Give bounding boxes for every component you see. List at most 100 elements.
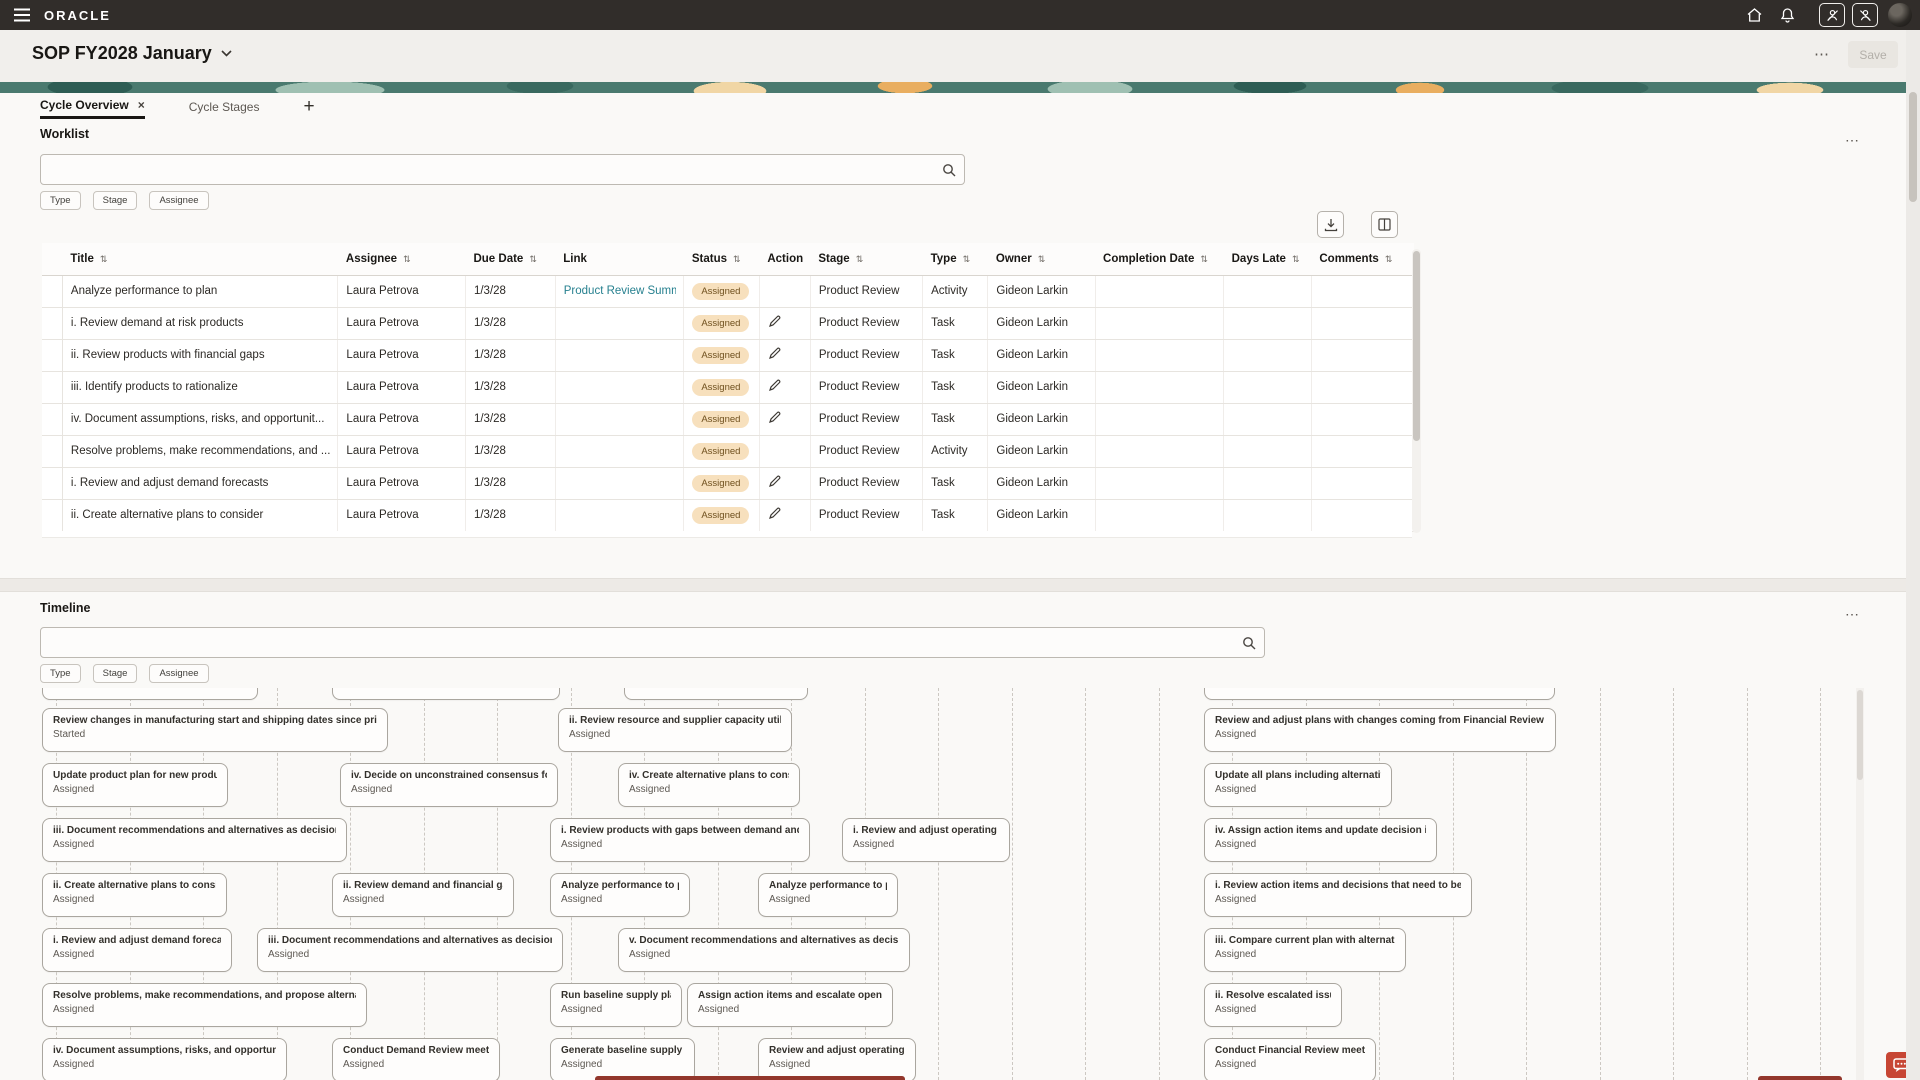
timeline-card[interactable]: Review changes in manufacturing start an… xyxy=(42,708,388,752)
timeline-card[interactable]: iii. Compare current plan with alternati… xyxy=(1204,928,1406,972)
search-icon[interactable] xyxy=(934,163,964,177)
timeline-card[interactable]: Review and adjust plans with changes com… xyxy=(1204,708,1556,752)
table-row[interactable]: i. Review demand at risk productsLaura P… xyxy=(42,307,1414,339)
timeline-filter-chip-stage[interactable]: Stage xyxy=(93,664,138,683)
sort-icon[interactable]: ⇅ xyxy=(733,254,741,264)
timeline-card[interactable]: ii. Review demand and financial gapsAssi… xyxy=(332,873,514,917)
timeline-search-input[interactable] xyxy=(41,628,1234,657)
sort-icon[interactable]: ⇅ xyxy=(100,254,108,264)
timeline-card[interactable]: v. Document recommendations and alternat… xyxy=(618,928,910,972)
timeline-card-partial[interactable] xyxy=(1204,688,1555,700)
timeline-card[interactable]: ii. Create alternative plans to consider… xyxy=(42,873,227,917)
table-row[interactable]: ii. Create alternative plans to consider… xyxy=(42,499,1414,531)
timeline-card[interactable]: iv. Create alternative plans to consider… xyxy=(618,763,800,807)
timeline-filter-chip-type[interactable]: Type xyxy=(40,664,81,683)
sort-icon[interactable]: ⇅ xyxy=(1038,254,1046,264)
tab-cycle-stages[interactable]: Cycle Stages xyxy=(189,94,260,119)
timeline-card[interactable]: Resolve problems, make recommendations, … xyxy=(42,983,367,1027)
notifications-bell-icon[interactable] xyxy=(1774,3,1800,27)
timeline-card[interactable]: iv. Decide on unconstrained consensus fo… xyxy=(340,763,558,807)
edit-action-button[interactable] xyxy=(768,315,781,328)
column-header-stage[interactable]: Stage⇅ xyxy=(810,243,922,275)
table-row[interactable]: iv. Document assumptions, risks, and opp… xyxy=(42,403,1414,435)
person-restricted-alt-icon[interactable] xyxy=(1852,3,1878,27)
timeline-card[interactable]: iii. Document recommendations and altern… xyxy=(257,928,563,972)
column-header-completion[interactable]: Completion Date⇅ xyxy=(1095,243,1224,275)
add-tab-icon[interactable]: + xyxy=(303,97,314,116)
timeline-card[interactable]: i. Review and adjust operating planAssig… xyxy=(842,818,1010,862)
column-header-assignee[interactable]: Assignee⇅ xyxy=(338,243,466,275)
sort-icon[interactable]: ⇅ xyxy=(1200,254,1208,264)
timeline-filter-chip-assignee[interactable]: Assignee xyxy=(149,664,208,683)
table-row[interactable]: Resolve problems, make recommendations, … xyxy=(42,435,1414,467)
close-tab-icon[interactable]: × xyxy=(138,98,145,112)
timeline-card[interactable]: Analyze performance to planAssigned xyxy=(550,873,690,917)
column-header-owner[interactable]: Owner⇅ xyxy=(988,243,1095,275)
timeline-card[interactable]: Review and adjust operating planAssigned xyxy=(758,1038,916,1080)
row-selector-cell[interactable] xyxy=(42,435,62,467)
sort-icon[interactable]: ⇅ xyxy=(1385,254,1393,264)
timeline-scrollbar[interactable] xyxy=(1856,688,1864,1080)
row-selector-cell[interactable] xyxy=(42,339,62,371)
table-row[interactable]: Analyze performance to planLaura Petrova… xyxy=(42,275,1414,307)
timeline-overflow-icon[interactable]: ⋯ xyxy=(1845,606,1859,623)
timeline-card[interactable]: i. Review products with gaps between dem… xyxy=(550,818,810,862)
column-header-due[interactable]: Due Date⇅ xyxy=(465,243,555,275)
timeline-card[interactable]: iv. Document assumptions, risks, and opp… xyxy=(42,1038,287,1080)
user-avatar[interactable] xyxy=(1888,3,1912,27)
timeline-card[interactable]: Update product plan for new productsAssi… xyxy=(42,763,228,807)
timeline-card[interactable]: ii. Review resource and supplier capacit… xyxy=(558,708,792,752)
worklist-search-input[interactable] xyxy=(41,155,934,184)
table-row[interactable]: ii. Review products with financial gapsL… xyxy=(42,339,1414,371)
row-selector-cell[interactable] xyxy=(42,499,62,531)
sort-icon[interactable]: ⇅ xyxy=(963,254,971,264)
link-cell-link[interactable]: Product Review Summary xyxy=(564,285,676,297)
row-selector-cell[interactable] xyxy=(42,403,62,435)
worklist-overflow-icon[interactable]: ⋯ xyxy=(1845,132,1859,149)
worklist-filter-chip-stage[interactable]: Stage xyxy=(93,191,138,210)
timeline-card[interactable]: i. Review action items and decisions tha… xyxy=(1204,873,1472,917)
table-row[interactable]: i. Review and adjust demand forecastsLau… xyxy=(42,467,1414,499)
column-header-status[interactable]: Status⇅ xyxy=(684,243,760,275)
timeline-card-partial[interactable] xyxy=(624,688,808,700)
timeline-card[interactable]: iii. Document recommendations and altern… xyxy=(42,818,347,862)
row-selector-cell[interactable] xyxy=(42,371,62,403)
row-selector-cell[interactable] xyxy=(42,467,62,499)
table-row[interactable]: iii. Identify products to rationalizeLau… xyxy=(42,371,1414,403)
page-overflow-icon[interactable]: ⋯ xyxy=(1814,47,1830,62)
edit-action-button[interactable] xyxy=(768,379,781,392)
home-icon[interactable] xyxy=(1741,3,1767,27)
column-header-comments[interactable]: Comments⇅ xyxy=(1311,243,1413,275)
row-selector-cell[interactable] xyxy=(42,307,62,339)
timeline-card[interactable]: Assign action items and escalate open is… xyxy=(687,983,893,1027)
save-button[interactable]: Save xyxy=(1848,41,1898,68)
edit-action-button[interactable] xyxy=(768,507,781,520)
menu-icon[interactable] xyxy=(8,4,36,26)
timeline-card-partial[interactable] xyxy=(332,688,560,700)
timeline-card[interactable]: ii. Resolve escalated issuesAssigned xyxy=(1204,983,1342,1027)
search-icon[interactable] xyxy=(1234,636,1264,650)
timeline-card[interactable]: Run baseline supply planAssigned xyxy=(550,983,682,1027)
sort-icon[interactable]: ⇅ xyxy=(403,254,411,264)
manage-columns-icon[interactable] xyxy=(1371,211,1398,238)
tab-cycle-overview[interactable]: Cycle Overview × xyxy=(40,94,145,119)
worklist-filter-chip-type[interactable]: Type xyxy=(40,191,81,210)
edit-action-button[interactable] xyxy=(768,411,781,424)
edit-action-button[interactable] xyxy=(768,347,781,360)
timeline-card-partial[interactable] xyxy=(42,688,258,700)
sort-icon[interactable]: ⇅ xyxy=(529,254,537,264)
table-scrollbar[interactable] xyxy=(1412,249,1421,533)
page-scrollbar[interactable] xyxy=(1906,30,1920,1080)
timeline-card[interactable]: Conduct Financial Review meetingAssigned xyxy=(1204,1038,1376,1080)
column-header-daysLate[interactable]: Days Late⇅ xyxy=(1224,243,1312,275)
worklist-filter-chip-assignee[interactable]: Assignee xyxy=(149,191,208,210)
download-icon[interactable] xyxy=(1317,211,1344,238)
row-selector-cell[interactable] xyxy=(42,275,62,307)
timeline-card[interactable]: Conduct Demand Review meetingAssigned xyxy=(332,1038,500,1080)
sort-icon[interactable]: ⇅ xyxy=(1292,254,1300,264)
page-title[interactable]: SOP FY2028 January xyxy=(32,43,232,64)
timeline-card[interactable]: Analyze performance to planAssigned xyxy=(758,873,898,917)
column-header-title[interactable]: Title⇅ xyxy=(62,243,338,275)
timeline-card[interactable]: Update all plans including alternativesA… xyxy=(1204,763,1392,807)
timeline-card[interactable]: i. Review and adjust demand forecastsAss… xyxy=(42,928,232,972)
